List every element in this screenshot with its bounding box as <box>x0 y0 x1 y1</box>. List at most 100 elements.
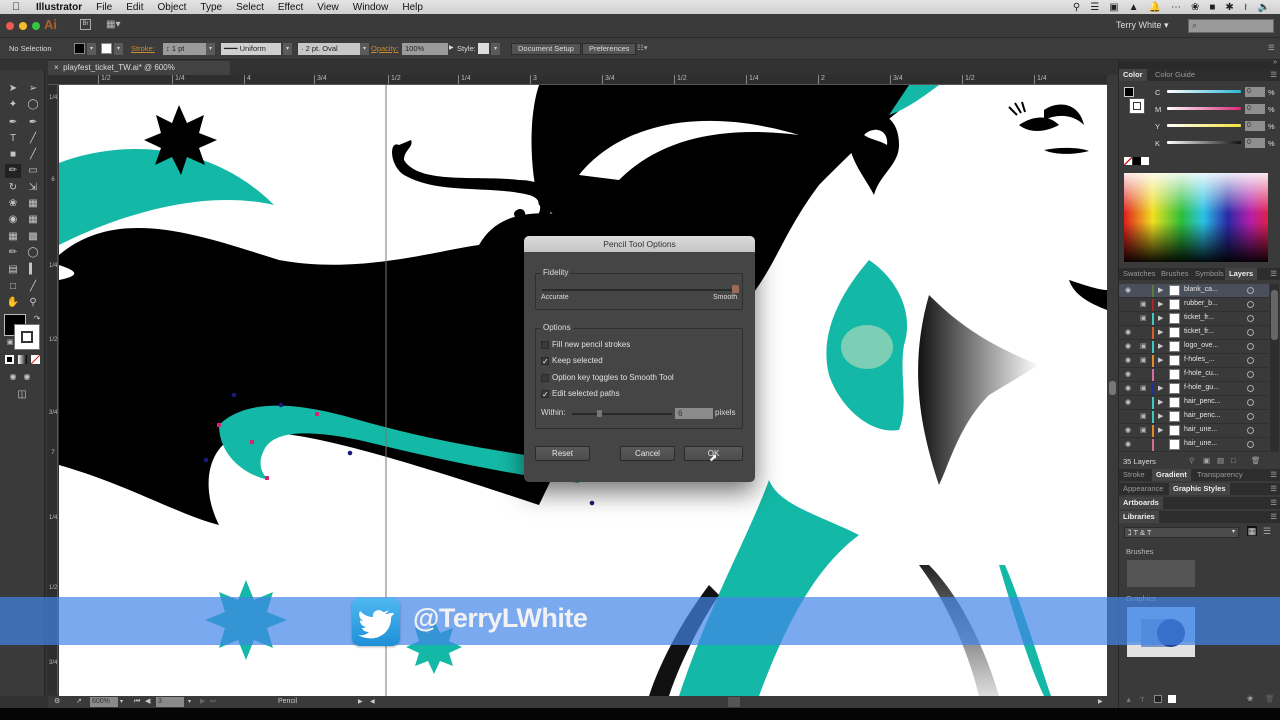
fill-dropdown[interactable]: ▾ <box>87 43 96 55</box>
option-key-toggle-checkbox[interactable] <box>541 374 549 382</box>
next-artboard-icon[interactable]: ▶ <box>200 697 205 707</box>
horizontal-scrollbar-thumb[interactable] <box>728 697 740 707</box>
brush-dropdown[interactable]: ▾ <box>360 43 369 55</box>
last-artboard-icon[interactable]: ⏭ <box>210 697 216 707</box>
fidelity-slider-thumb[interactable] <box>732 285 739 293</box>
color-fill-swatch[interactable] <box>1124 87 1134 97</box>
status-menu-arrow-icon[interactable]: ▶ <box>358 697 363 707</box>
volume-icon[interactable]: 🔈 <box>1258 2 1270 13</box>
notifications-icon[interactable]: 🔔 <box>1149 2 1161 13</box>
line-tool-icon[interactable]: ╱ <box>25 132 41 146</box>
layer-row[interactable]: ◉ ▣ ▶ f-hole_gu... <box>1119 382 1269 396</box>
gradient-tool-icon[interactable]: ▩ <box>25 230 41 244</box>
screen-icon[interactable]: ▣ <box>1109 2 1118 13</box>
paintbrush-tool-icon[interactable]: ╱ <box>25 148 41 162</box>
creative-cloud-icon[interactable]: ❀ <box>1191 2 1199 13</box>
delete-layer-icon[interactable]: 🗑 <box>1251 456 1261 465</box>
lock-icon[interactable]: ▣ <box>1140 300 1147 308</box>
layer-name[interactable]: hair_penc... <box>1184 412 1221 419</box>
warp-tool-icon[interactable]: ❀ <box>5 197 21 211</box>
black-color-chip[interactable] <box>1133 157 1141 165</box>
pencil-tool-icon[interactable]: ✏ <box>5 164 21 178</box>
curvature-tool-icon[interactable]: ✒ <box>25 116 41 130</box>
layer-row[interactable]: ◉ ▶ blank_ca... <box>1119 284 1269 298</box>
visibility-eye-icon[interactable]: ◉ <box>1125 328 1131 336</box>
layer-name[interactable]: f-hole_cu... <box>1184 370 1219 377</box>
pen-tool-icon[interactable]: ✒ <box>5 116 21 130</box>
add-stroke-color-icon[interactable] <box>1168 695 1176 703</box>
search-input[interactable]: ⌕ <box>1188 19 1274 33</box>
locate-object-icon[interactable]: ⚲ <box>1189 456 1195 465</box>
apple-icon[interactable]:  <box>12 1 26 13</box>
menu-effect[interactable]: Effect <box>278 2 303 13</box>
selection-tool-icon[interactable]: ➤ <box>5 82 21 96</box>
menu-app-name[interactable]: Illustrator <box>36 2 82 13</box>
opacity-arrow-icon[interactable]: ▶ <box>449 44 454 51</box>
eyedropper-tool-icon[interactable]: ✏ <box>5 246 21 260</box>
menu-type[interactable]: Type <box>200 2 222 13</box>
tab-color[interactable]: Color <box>1119 69 1147 81</box>
layer-target-icon[interactable] <box>1247 315 1254 322</box>
opacity-label[interactable]: Opacity: <box>371 44 399 53</box>
fill-new-strokes-checkbox[interactable] <box>541 341 549 349</box>
yellow-slider[interactable] <box>1167 124 1241 127</box>
add-text-icon[interactable]: T <box>1140 695 1145 704</box>
cyan-value-input[interactable]: 0 <box>1245 87 1265 97</box>
slice-tool-icon[interactable]: ╱ <box>25 280 41 294</box>
visibility-eye-icon[interactable]: ◉ <box>1125 398 1131 406</box>
expand-layer-icon[interactable]: ▶ <box>1158 398 1163 406</box>
layer-name[interactable]: rubber_b... <box>1184 300 1218 307</box>
create-sublayer-icon[interactable]: ▤ <box>1217 456 1224 465</box>
shape-builder-tool-icon[interactable]: ◉ <box>5 213 21 227</box>
wifi-icon[interactable]: ≀ <box>1244 2 1248 13</box>
layer-row[interactable]: ◉ ▶ hair_penc... <box>1119 396 1269 410</box>
color-spectrum[interactable] <box>1124 173 1268 262</box>
library-selector[interactable]: ℷ T & T ▾ <box>1124 527 1239 538</box>
zoom-level-input[interactable]: 600% <box>90 697 118 707</box>
tab-layers[interactable]: Layers <box>1225 268 1258 280</box>
previous-artboard-icon[interactable]: ◀ <box>145 697 150 707</box>
opacity-input[interactable]: 100% <box>402 43 448 55</box>
free-transform-tool-icon[interactable]: ▦ <box>25 197 41 211</box>
add-fill-color-icon[interactable] <box>1154 695 1162 703</box>
user-account-menu[interactable]: Terry White ▾ <box>1116 20 1169 31</box>
layer-target-icon[interactable] <box>1247 385 1254 392</box>
lock-icon[interactable]: ▣ <box>1140 384 1147 392</box>
preferences-button[interactable]: Preferences <box>582 43 637 55</box>
default-colors-icon[interactable]: ▣ <box>2 336 18 350</box>
visibility-eye-icon[interactable]: ◉ <box>1125 342 1131 350</box>
make-clipping-mask-icon[interactable]: ▣ <box>1203 456 1210 465</box>
keep-selected-label[interactable]: Keep selected <box>552 356 603 365</box>
display-icon[interactable]: ■ <box>1209 2 1215 13</box>
visibility-eye-icon[interactable]: ◉ <box>1125 426 1131 434</box>
layer-name[interactable]: hair_une... <box>1184 426 1217 433</box>
type-tool-icon[interactable]: T <box>5 132 21 146</box>
panel-menu-icon[interactable]: ☰ <box>1270 497 1277 509</box>
menu-view[interactable]: View <box>317 2 339 13</box>
layer-name[interactable]: blank_ca... <box>1184 286 1218 293</box>
layer-target-icon[interactable] <box>1247 427 1254 434</box>
layer-row[interactable]: ◉ f-hole_cu... <box>1119 368 1269 382</box>
align-options-icon[interactable]: ☷▾ <box>637 43 648 52</box>
black-value-input[interactable]: 0 <box>1245 138 1265 148</box>
layer-row[interactable]: ▣ ▶ hair_penc... <box>1119 410 1269 424</box>
layer-target-icon[interactable] <box>1247 399 1254 406</box>
visibility-eye-icon[interactable]: ◉ <box>1125 440 1131 448</box>
share-icon[interactable]: ↗ <box>76 697 82 707</box>
visibility-eye-icon[interactable]: ◉ <box>1125 384 1131 392</box>
layer-row[interactable]: ◉ ▶ ticket_fr... <box>1119 326 1269 340</box>
tab-color-guide[interactable]: Color Guide <box>1151 69 1199 81</box>
white-color-chip[interactable] <box>1141 157 1149 165</box>
color-mode-icon[interactable] <box>5 355 14 364</box>
rotate-tool-icon[interactable]: ↻ <box>5 181 21 195</box>
edit-selected-paths-label[interactable]: Edit selected paths <box>552 389 620 398</box>
document-setup-button[interactable]: Document Setup <box>511 43 581 55</box>
minimize-window-button[interactable] <box>19 22 27 30</box>
delete-library-item-icon[interactable]: 🗑 <box>1265 694 1275 703</box>
artboard-dropdown-icon[interactable]: ▾ <box>188 697 191 707</box>
cancel-button[interactable]: Cancel <box>620 446 675 461</box>
scroll-right-icon[interactable]: ▶ <box>1098 697 1103 707</box>
tab-graphic-styles[interactable]: Graphic Styles <box>1169 483 1230 495</box>
lock-icon[interactable]: ▣ <box>1140 314 1147 322</box>
control-panel-menu-icon[interactable]: ☰ <box>1268 43 1275 52</box>
